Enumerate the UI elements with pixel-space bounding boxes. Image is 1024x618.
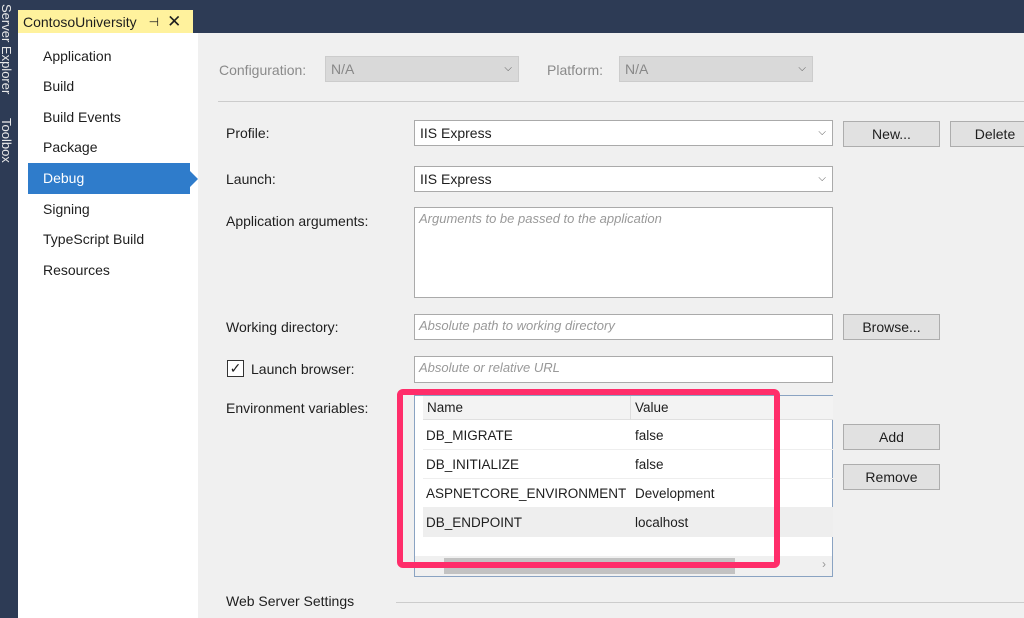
platform-label: Platform:	[547, 62, 604, 78]
launch-select[interactable]: IIS Express ⌵	[414, 166, 833, 192]
configuration-label: Configuration:	[219, 62, 307, 78]
configuration-value: N/A	[331, 61, 355, 77]
server-explorer-tab[interactable]: Server Explorer	[0, 4, 14, 94]
launch-url-input[interactable]: Absolute or relative URL	[414, 356, 833, 383]
browse-button[interactable]: Browse...	[843, 314, 940, 340]
launch-browser-checkbox[interactable]: ✓	[227, 360, 244, 377]
tab-title: ContosoUniversity	[23, 13, 137, 30]
launch-value: IIS Express	[420, 171, 492, 187]
sidebar-item-typescript-build[interactable]: TypeScript Build	[28, 224, 190, 255]
pin-icon[interactable]: ⊣	[149, 15, 159, 29]
add-env-button[interactable]: Add	[843, 424, 940, 450]
new-profile-button[interactable]: New...	[843, 121, 940, 147]
close-icon[interactable]: ✕	[167, 12, 181, 32]
launch-browser-label: Launch browser:	[251, 361, 355, 377]
sidebar-item-resources[interactable]: Resources	[28, 255, 190, 286]
chevron-down-icon: ⌵	[504, 63, 512, 74]
chevron-down-icon: ⌵	[798, 63, 806, 74]
sidebar-item-build[interactable]: Build	[28, 71, 190, 102]
scroll-right-icon[interactable]: ›	[822, 557, 826, 571]
sidebar-item-signing[interactable]: Signing	[28, 194, 190, 225]
document-tab[interactable]: ContosoUniversity ⊣ ✕	[18, 10, 193, 33]
launch-label: Launch:	[226, 171, 276, 187]
configuration-select: N/A ⌵	[325, 56, 519, 82]
highlight-box	[397, 389, 780, 568]
app-args-input[interactable]: Arguments to be passed to the applicatio…	[414, 207, 833, 298]
chevron-down-icon: ⌵	[818, 173, 826, 184]
sidebar-item-application[interactable]: Application	[28, 41, 190, 72]
side-tool-strip: Server Explorer Toolbox	[0, 0, 18, 618]
delete-profile-button[interactable]: Delete	[950, 121, 1024, 147]
working-dir-label: Working directory:	[226, 319, 339, 335]
divider	[396, 602, 1024, 603]
web-server-settings-label: Web Server Settings	[226, 593, 355, 609]
platform-value: N/A	[625, 61, 649, 77]
toolbox-tab[interactable]: Toolbox	[0, 118, 14, 163]
working-dir-input[interactable]: Absolute path to working directory	[414, 314, 833, 340]
env-vars-label: Environment variables:	[226, 400, 369, 416]
sidebar-item-build-events[interactable]: Build Events	[28, 102, 190, 133]
app-args-label: Application arguments:	[226, 213, 369, 229]
profile-label: Profile:	[226, 125, 270, 141]
profile-value: IIS Express	[420, 125, 492, 141]
profile-select[interactable]: IIS Express ⌵	[414, 120, 833, 146]
chevron-down-icon: ⌵	[818, 127, 826, 138]
sidebar-item-debug[interactable]: Debug	[28, 163, 198, 194]
platform-select: N/A ⌵	[619, 56, 813, 82]
properties-sidebar: Application Build Build Events Package D…	[18, 33, 198, 618]
sidebar-item-package[interactable]: Package	[28, 132, 190, 163]
remove-env-button[interactable]: Remove	[843, 464, 940, 490]
divider	[218, 101, 1024, 102]
